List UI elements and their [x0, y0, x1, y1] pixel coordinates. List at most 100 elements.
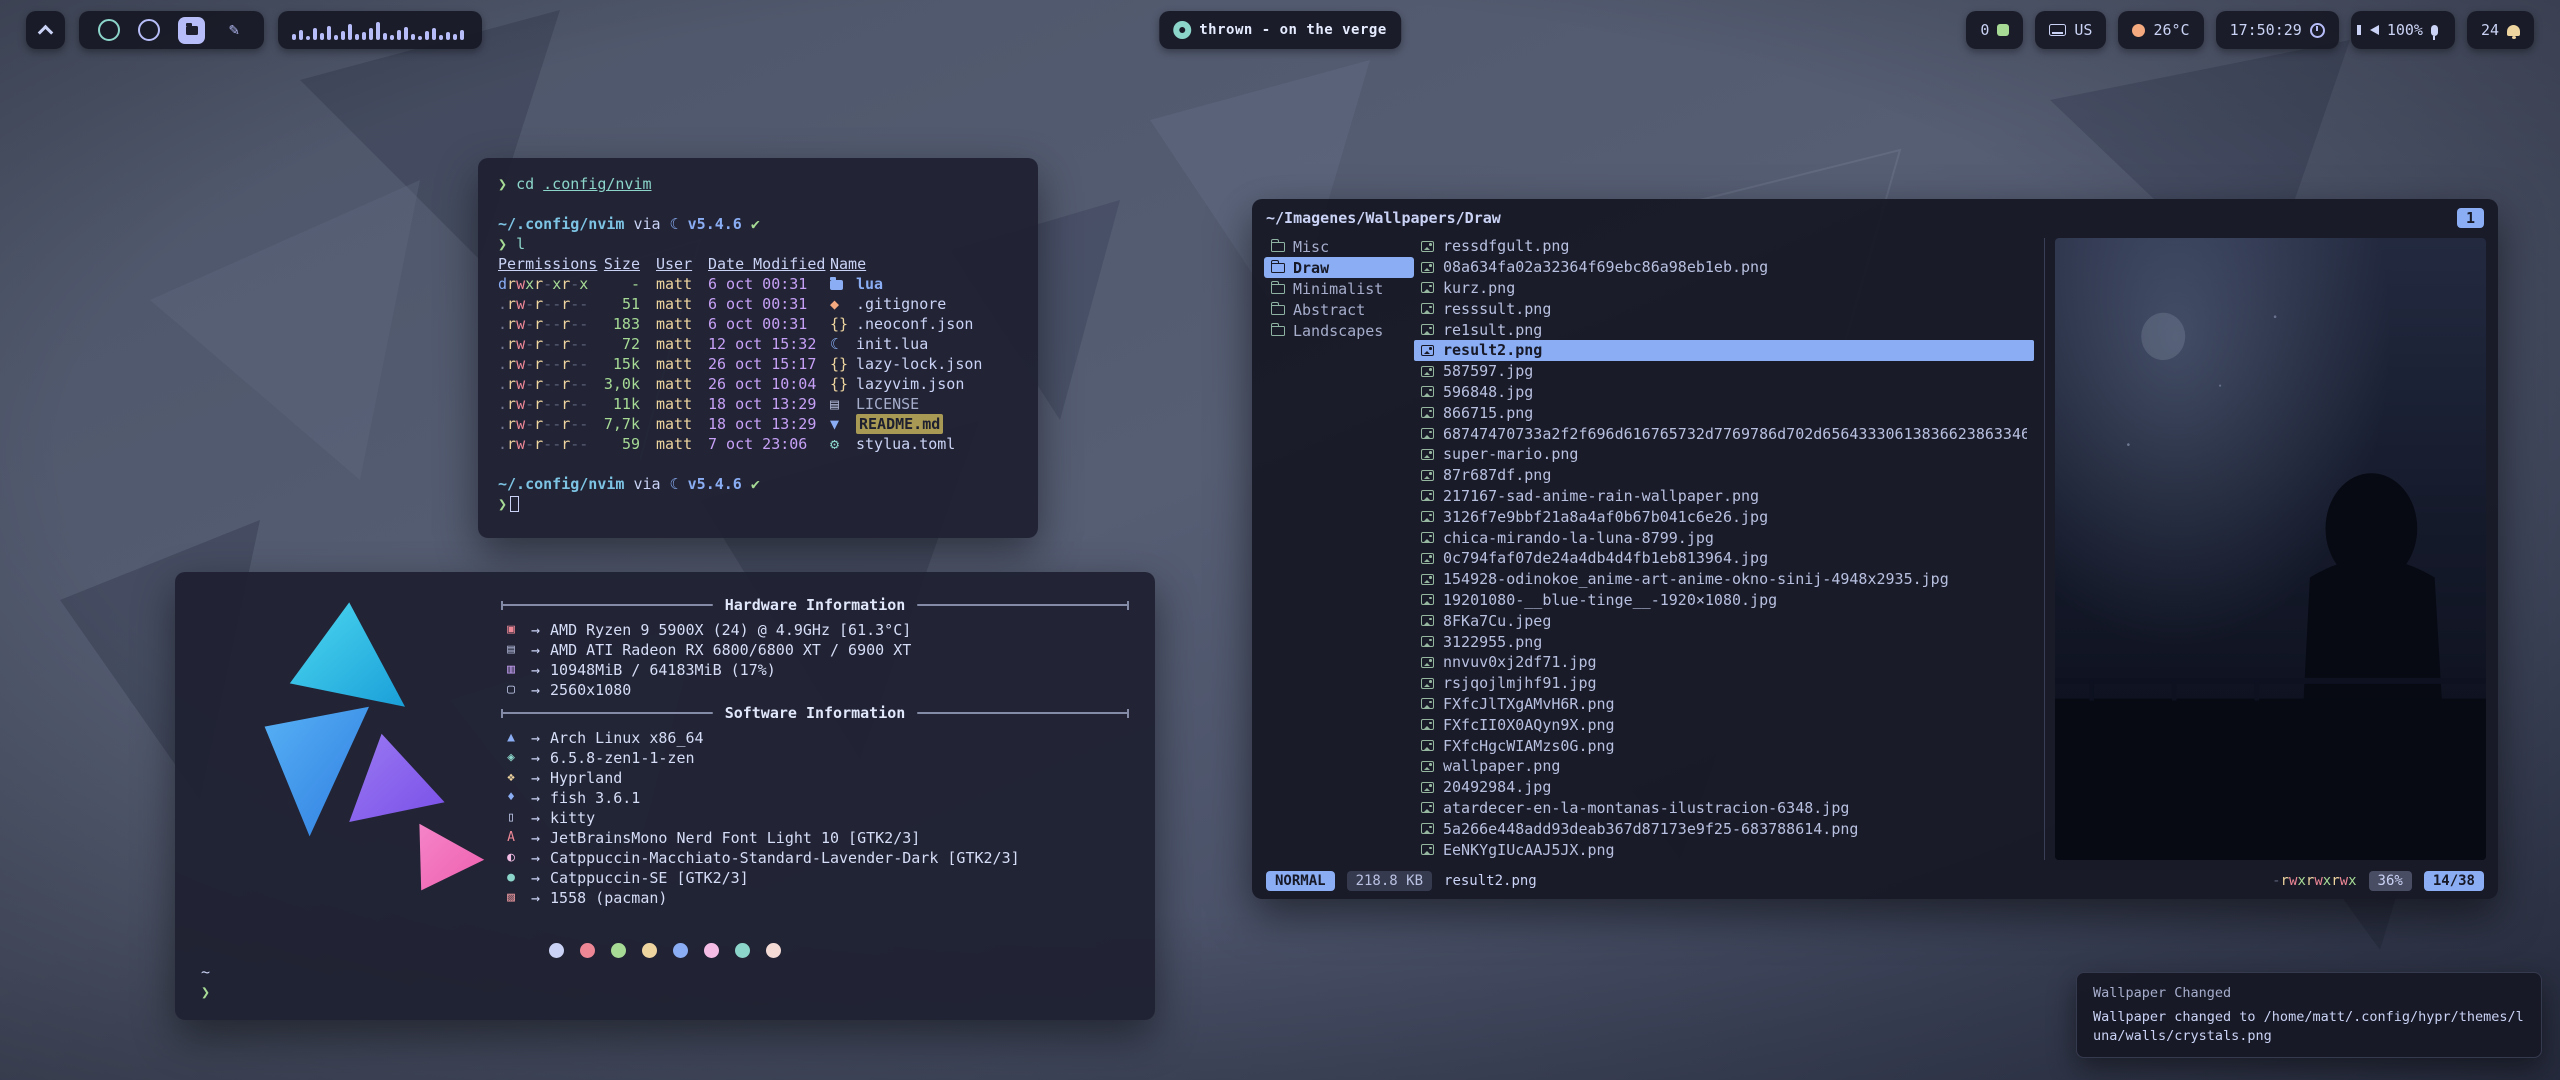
graph-bar: [355, 34, 359, 40]
folder-icon: [1271, 284, 1285, 294]
notification-toast[interactable]: Wallpaper Changed Wallpaper changed to /…: [2076, 972, 2542, 1058]
prompt-input-line[interactable]: ❯: [498, 494, 1018, 514]
file-item[interactable]: atardecer-en-la-montanas-ilustracion-634…: [1414, 798, 2034, 819]
json-icon: {}: [830, 374, 856, 394]
file-item[interactable]: 3122955.png: [1414, 631, 2034, 652]
file-item[interactable]: chica-mirando-la-luna-8799.jpg: [1414, 527, 2034, 548]
terminal-window[interactable]: ❯ cd .config/nvim ~/.config/nvim via ☾ v…: [478, 158, 1038, 538]
system-graph-widget[interactable]: [278, 11, 482, 49]
updates-module[interactable]: 0: [1966, 11, 2023, 49]
file-item[interactable]: 217167-sad-anime-rain-wallpaper.png: [1414, 486, 2034, 507]
file-name: 587597.jpg: [1443, 362, 1533, 380]
file-name: 5a266e448add93deab367d87173e9f25-6837886…: [1443, 820, 1858, 838]
folder-label: Abstract: [1293, 301, 1365, 319]
display-icon: ▢: [501, 680, 521, 700]
file-item[interactable]: 08a634fa02a32364f69ebc86a98eb1eb.png: [1414, 257, 2034, 278]
file-item[interactable]: wallpaper.png: [1414, 756, 2034, 777]
arrow-glyph: →: [531, 768, 540, 788]
file-name: EeNKYgIUcAAJ5JX.png: [1443, 841, 1615, 859]
graph-bar: [425, 31, 429, 40]
fetch-item-label: Hyprland: [550, 768, 622, 788]
sidebar-folder-abstract[interactable]: Abstract: [1264, 299, 1414, 320]
graph-bar: [313, 28, 317, 40]
fetch-prompt: ~ ❯: [201, 962, 1129, 1002]
sidebar-folder-draw[interactable]: Draw: [1264, 257, 1414, 278]
image-preview-pane: [2055, 238, 2486, 860]
statusbar-filename: result2.png: [1444, 873, 1537, 889]
image-file-icon: [1421, 636, 1434, 647]
file-item[interactable]: 68747470733a2f2f696d616765732d7769786d70…: [1414, 423, 2034, 444]
file-name: .neoconf.json: [856, 314, 1018, 334]
file-item[interactable]: 8FKa7Cu.jpeg: [1414, 610, 2034, 631]
image-file-icon: [1421, 324, 1434, 335]
json-icon: {}: [830, 354, 856, 374]
file-item[interactable]: resssult.png: [1414, 298, 2034, 319]
listing-row: .rw-r--r--7,7kmatt18 oct 13:29▼README.md: [498, 414, 1018, 434]
image-file-icon: [1421, 761, 1434, 772]
file-item[interactable]: rsjqojlmjhf91.jpg: [1414, 673, 2034, 694]
keyboard-layout-module[interactable]: US: [2035, 11, 2106, 49]
fetch-item-theme: ◐→Catppuccin-Macchiato-Standard-Lavender…: [501, 848, 1129, 868]
fetch-item-label: AMD ATI Radeon RX 6800/6800 XT / 6900 XT: [550, 640, 911, 660]
workspace-button-1[interactable]: [98, 19, 120, 41]
file-item[interactable]: 866715.png: [1414, 402, 2034, 423]
launcher-button[interactable]: [26, 11, 65, 49]
fastfetch-window[interactable]: Hardware Information ▣→AMD Ryzen 9 5900X…: [175, 572, 1155, 1020]
sidebar-folder-minimalist[interactable]: Minimalist: [1264, 278, 1414, 299]
graph-bar: [376, 22, 380, 40]
graph-bar: [341, 31, 345, 40]
file-item[interactable]: kurz.png: [1414, 278, 2034, 299]
file-item[interactable]: 5a266e448add93deab367d87173e9f25-6837886…: [1414, 818, 2034, 839]
graph-bar: [418, 36, 422, 40]
file-item[interactable]: super-mario.png: [1414, 444, 2034, 465]
file-item[interactable]: nnvuv0xj2df71.jpg: [1414, 652, 2034, 673]
arrow-glyph: →: [531, 728, 540, 748]
file-manager-window[interactable]: ~/Imagenes/Wallpapers/Draw 1 MiscDrawMin…: [1252, 199, 2498, 899]
tab-badge[interactable]: 1: [2457, 208, 2484, 228]
arrow-glyph: →: [531, 748, 540, 768]
notification-count: 24: [2481, 21, 2499, 39]
file-item[interactable]: 19201080-__blue-tinge__-1920×1080.jpg: [1414, 590, 2034, 611]
file-item[interactable]: 154928-odinokoe_anime-art-anime-okno-sin…: [1414, 569, 2034, 590]
file-item[interactable]: 0c794faf07de24a4db4d4fb1eb813964.jpg: [1414, 548, 2034, 569]
listing-row: .rw-r--r--15kmatt26 oct 15:17{}lazy-lock…: [498, 354, 1018, 374]
file-item[interactable]: 20492984.jpg: [1414, 777, 2034, 798]
preview-image: [2055, 238, 2486, 860]
file-item[interactable]: 3126f7e9bbf21a8a4af0b67b041c6e26.jpg: [1414, 506, 2034, 527]
workspace-button-2[interactable]: [138, 19, 160, 41]
volume-module[interactable]: 100%: [2351, 11, 2455, 49]
file-item[interactable]: 596848.jpg: [1414, 382, 2034, 403]
file-item[interactable]: FXfcJlTXgAMvH6R.png: [1414, 694, 2034, 715]
fm-statusbar: NORMAL 218.8 KB result2.png -rwxrwxrwx 3…: [1252, 866, 2498, 899]
sidebar-folder-landscapes[interactable]: Landscapes: [1264, 320, 1414, 341]
file-name: FXfcII0X0AQyn9X.png: [1443, 716, 1615, 734]
file-item[interactable]: 87r687df.png: [1414, 465, 2034, 486]
weather-module[interactable]: 26°C: [2118, 11, 2203, 49]
os-icon: ▲: [501, 728, 521, 748]
media-player-widget[interactable]: thrown - on the verge: [1159, 11, 1401, 49]
fetch-item-label: Arch Linux x86_64: [550, 728, 704, 748]
folder-label: Minimalist: [1293, 280, 1383, 298]
image-file-icon: [1421, 511, 1434, 522]
file-item[interactable]: 587597.jpg: [1414, 361, 2034, 382]
file-item[interactable]: result2.png: [1414, 340, 2034, 361]
notifications-module[interactable]: 24: [2467, 11, 2534, 49]
arrow-glyph: →: [531, 640, 540, 660]
workspace-button-3[interactable]: [178, 17, 205, 44]
file-item[interactable]: FXfcHgcWIAMzs0G.png: [1414, 735, 2034, 756]
file-name: chica-mirando-la-luna-8799.jpg: [1443, 529, 1714, 547]
palette-dot: [580, 943, 595, 958]
file-name: 3122955.png: [1443, 633, 1542, 651]
file-item[interactable]: ressdfgult.png: [1414, 236, 2034, 257]
package-icon: [1997, 24, 2009, 36]
prompt-char[interactable]: ❯: [201, 982, 1129, 1002]
file-item[interactable]: FXfcII0X0AQyn9X.png: [1414, 714, 2034, 735]
folder-sidebar: MiscDraw Minimalist AbstractLandscapes: [1264, 234, 1414, 864]
file-item[interactable]: EeNKYgIUcAAJ5JX.png: [1414, 839, 2034, 860]
software-title: Software Information: [725, 704, 906, 722]
file-item[interactable]: re1sult.png: [1414, 319, 2034, 340]
workspace-button-4[interactable]: ✎: [223, 19, 245, 41]
fetch-item-wm: ❖→Hyprland: [501, 768, 1129, 788]
sidebar-folder-misc[interactable]: Misc: [1264, 236, 1414, 257]
clock-module[interactable]: 17:50:29: [2216, 11, 2339, 49]
